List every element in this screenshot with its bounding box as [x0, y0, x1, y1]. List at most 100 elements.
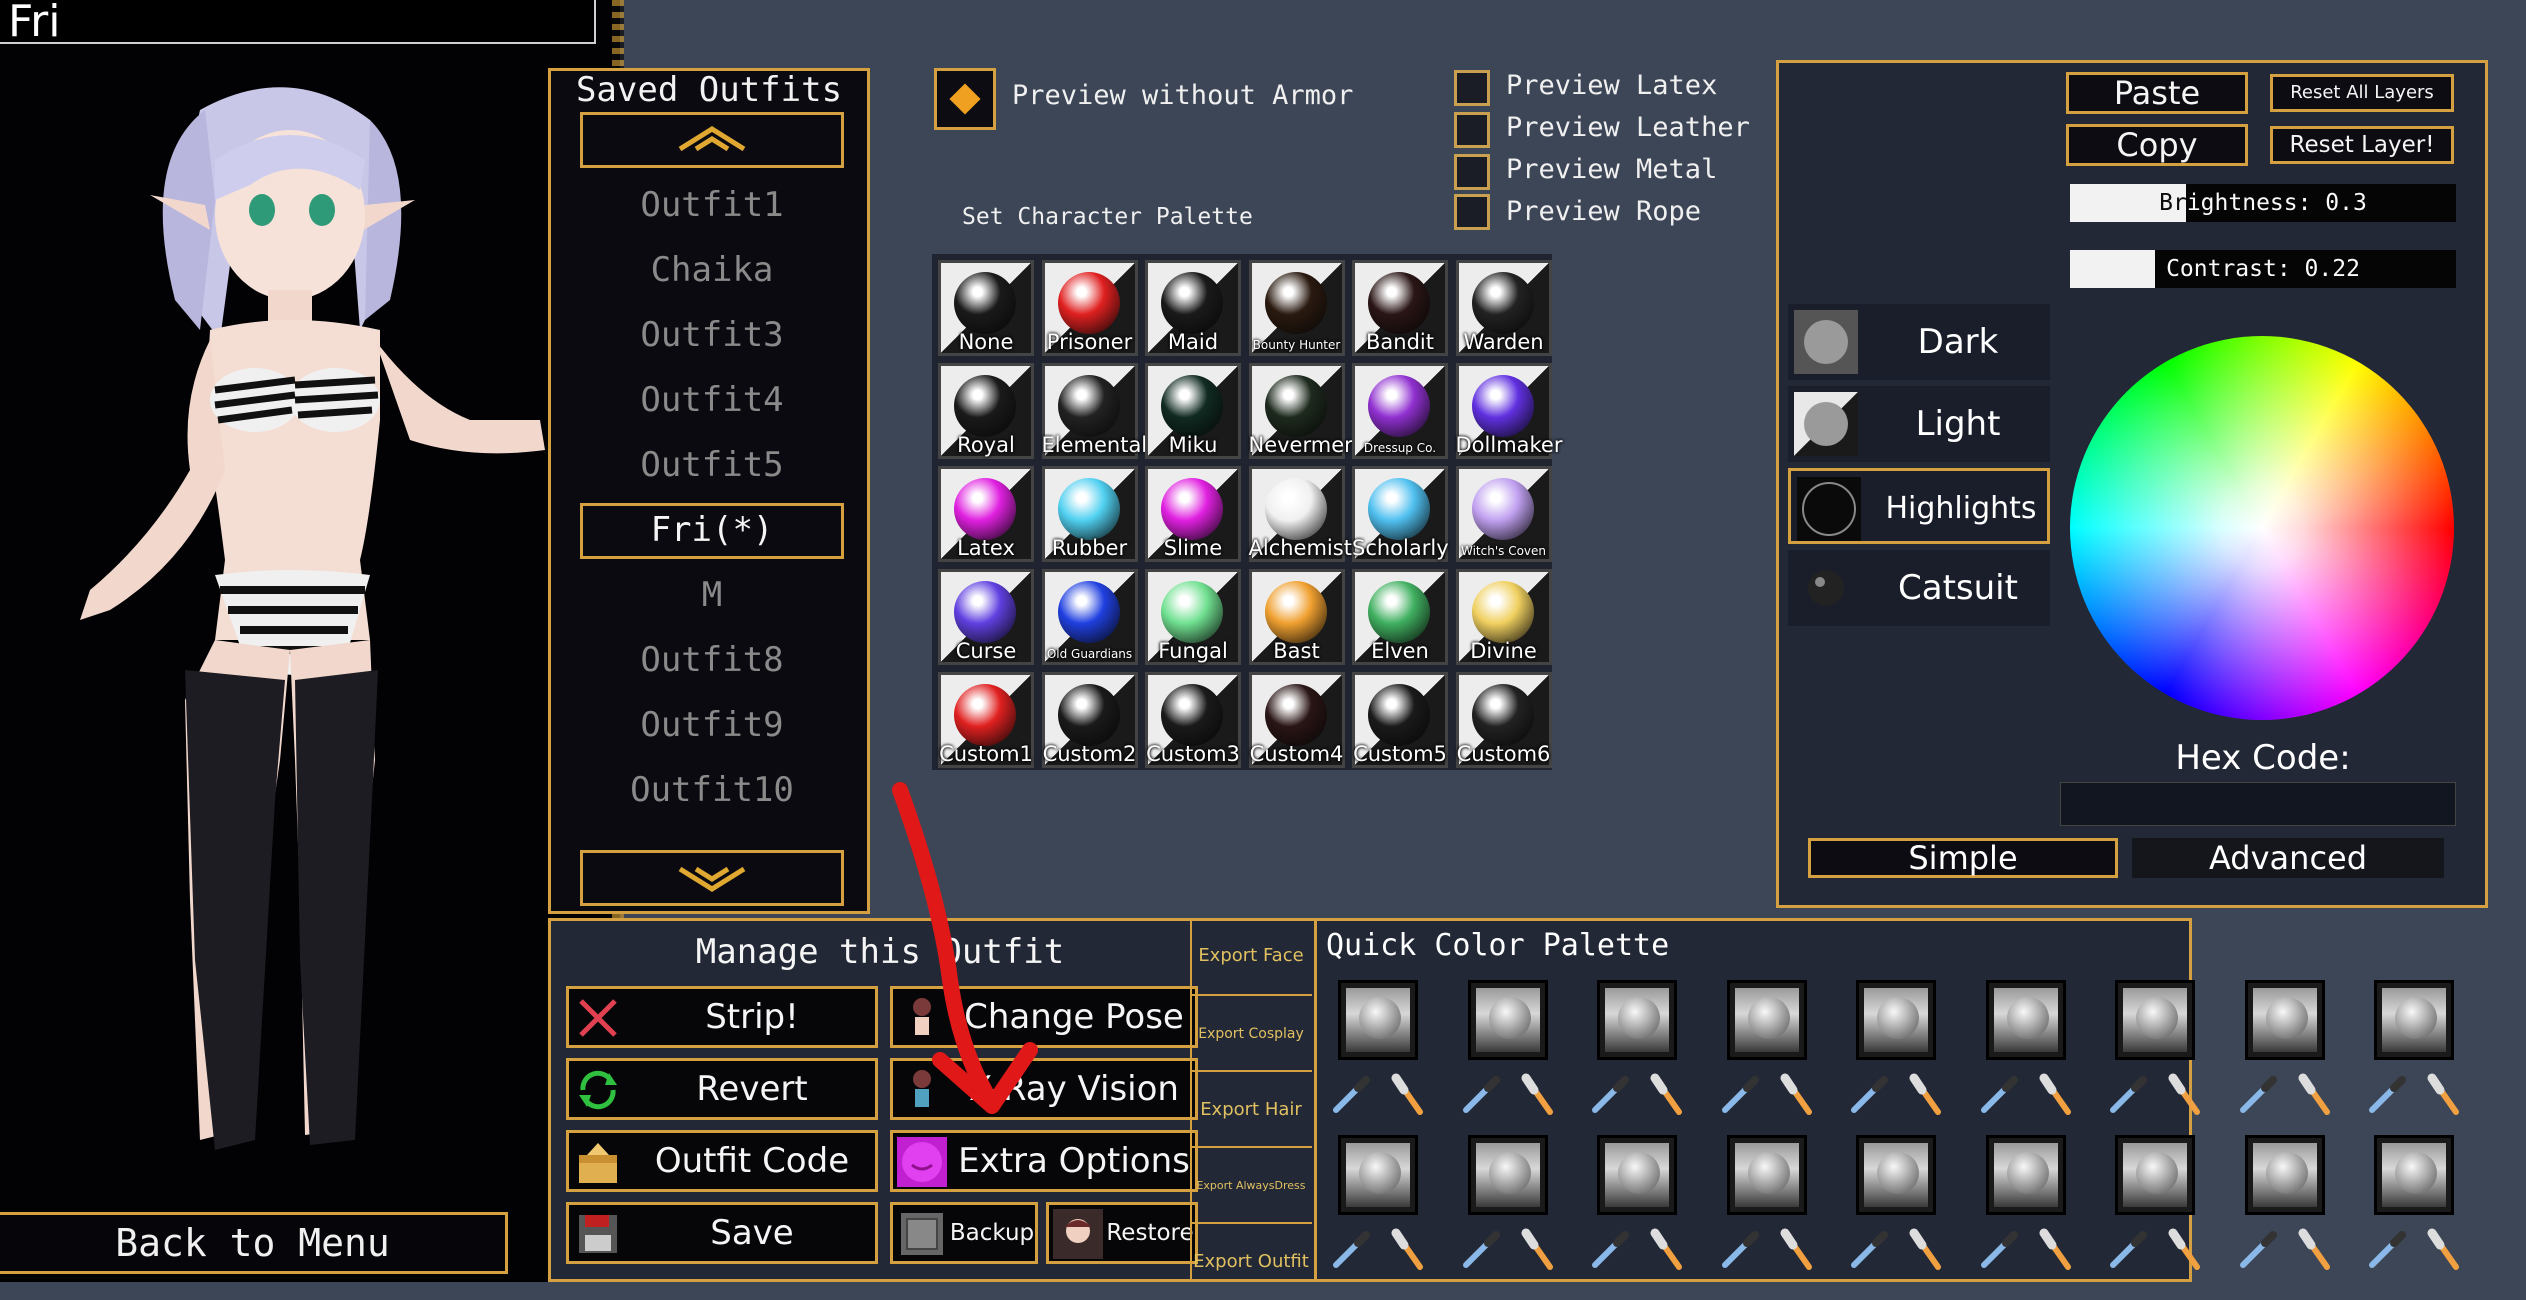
quick-color-swatch[interactable] — [2374, 980, 2454, 1060]
palette-preset[interactable]: Custom5 — [1352, 672, 1448, 768]
hex-code-input[interactable] — [2060, 782, 2456, 826]
quick-color-swatch[interactable] — [1985, 980, 2066, 1060]
quick-color-swatch[interactable] — [1597, 1135, 1677, 1215]
preview-leather-checkbox[interactable] — [1454, 112, 1490, 148]
palette-preset[interactable]: Curse — [938, 569, 1034, 665]
advanced-mode-button[interactable]: Advanced — [2132, 838, 2444, 878]
palette-preset[interactable]: Royal — [938, 363, 1034, 459]
layer-light[interactable]: Light — [1788, 386, 2050, 462]
palette-preset[interactable]: Rubber — [1041, 466, 1138, 562]
extra-options-button[interactable]: Extra Options — [890, 1130, 1198, 1192]
layer-highlights[interactable]: Highlights — [1788, 468, 2050, 544]
palette-preset[interactable]: Scholarly — [1352, 466, 1449, 562]
quick-color-swatch[interactable] — [2115, 980, 2195, 1060]
palette-preset[interactable]: Bandit — [1352, 260, 1448, 356]
reset-all-layers-button[interactable]: Reset All Layers — [2270, 74, 2454, 112]
paintbrush-icon[interactable] — [2038, 1072, 2082, 1116]
strip-button[interactable]: Strip! — [566, 986, 878, 1048]
contrast-slider[interactable]: Contrast: 0.22 — [2070, 250, 2456, 288]
eyedropper-icon[interactable] — [1717, 1227, 1761, 1271]
paintbrush-icon[interactable] — [2038, 1227, 2082, 1271]
scroll-down-button[interactable] — [580, 850, 844, 906]
palette-preset[interactable]: Custom6 — [1455, 672, 1552, 768]
quick-color-swatch[interactable] — [1467, 980, 1548, 1060]
paintbrush-icon[interactable] — [1390, 1227, 1434, 1271]
eyedropper-icon[interactable] — [2364, 1072, 2408, 1116]
character-name-field[interactable]: Fri — [0, 0, 596, 44]
outfit-item[interactable]: Outfit4 — [580, 373, 844, 429]
quick-color-swatch[interactable] — [1726, 980, 1807, 1060]
eyedropper-icon[interactable] — [1976, 1227, 2020, 1271]
paintbrush-icon[interactable] — [1520, 1227, 1564, 1271]
eyedropper-icon[interactable] — [1717, 1072, 1761, 1116]
quick-color-swatch[interactable] — [1597, 980, 1677, 1060]
outfit-item[interactable]: Outfit8 — [580, 633, 844, 689]
eyedropper-icon[interactable] — [1328, 1072, 1372, 1116]
eyedropper-icon[interactable] — [2235, 1072, 2279, 1116]
outfit-code-button[interactable]: Outfit Code — [566, 1130, 878, 1192]
layer-dark[interactable]: Dark — [1788, 304, 2050, 380]
paintbrush-icon[interactable] — [2297, 1227, 2341, 1271]
palette-preset[interactable]: Dressup Co. — [1352, 363, 1448, 459]
palette-preset[interactable]: None — [938, 260, 1034, 356]
eyedropper-icon[interactable] — [1846, 1227, 1890, 1271]
quick-color-swatch[interactable] — [2244, 980, 2325, 1060]
export-hair-button[interactable]: Export Hair — [1190, 1070, 1312, 1146]
palette-preset[interactable]: Prisoner — [1041, 260, 1138, 356]
preview-metal-checkbox[interactable] — [1454, 154, 1490, 190]
paintbrush-icon[interactable] — [2426, 1072, 2470, 1116]
palette-preset[interactable]: Custom3 — [1145, 672, 1241, 768]
palette-preset[interactable]: Slime — [1145, 466, 1241, 562]
palette-preset[interactable]: Alchemist — [1248, 466, 1352, 562]
eyedropper-icon[interactable] — [2235, 1227, 2279, 1271]
preview-without-armor-toggle[interactable] — [934, 68, 996, 130]
paintbrush-icon[interactable] — [1779, 1227, 1823, 1271]
reset-layer-button[interactable]: Reset Layer! — [2270, 126, 2454, 164]
palette-preset[interactable]: Dollmaker — [1455, 363, 1562, 459]
eyedropper-icon[interactable] — [2105, 1227, 2149, 1271]
palette-preset[interactable]: Witch's Coven — [1455, 466, 1552, 562]
outfit-item[interactable]: Outfit1 — [580, 178, 844, 234]
palette-preset[interactable]: Custom4 — [1248, 672, 1345, 768]
quick-color-swatch[interactable] — [1856, 1135, 1936, 1215]
eyedropper-icon[interactable] — [1587, 1072, 1631, 1116]
paintbrush-icon[interactable] — [1390, 1072, 1434, 1116]
outfit-item[interactable]: Outfit5 — [580, 438, 844, 494]
quick-color-swatch[interactable] — [2244, 1135, 2325, 1215]
quick-color-swatch[interactable] — [1726, 1135, 1807, 1215]
outfit-item[interactable]: Outfit9 — [580, 698, 844, 754]
eyedropper-icon[interactable] — [1587, 1227, 1631, 1271]
color-wheel[interactable] — [2070, 336, 2454, 720]
palette-preset[interactable]: Miku — [1145, 363, 1241, 459]
simple-mode-button[interactable]: Simple — [1808, 838, 2118, 878]
outfit-item[interactable]: Fri(*) — [580, 503, 844, 559]
palette-preset[interactable]: Custom2 — [1041, 672, 1138, 768]
palette-preset[interactable]: Elven — [1352, 569, 1448, 665]
palette-preset[interactable]: Divine — [1455, 569, 1552, 665]
quick-color-swatch[interactable] — [2115, 1135, 2195, 1215]
quick-color-swatch[interactable] — [1338, 1135, 1418, 1215]
revert-button[interactable]: Revert — [566, 1058, 878, 1120]
palette-preset[interactable]: Fungal — [1145, 569, 1241, 665]
eyedropper-icon[interactable] — [2364, 1227, 2408, 1271]
palette-preset[interactable]: Latex — [938, 466, 1034, 562]
restore-button[interactable]: Restore — [1046, 1202, 1198, 1264]
paintbrush-icon[interactable] — [1779, 1072, 1823, 1116]
outfit-item[interactable]: Outfit10 — [580, 763, 844, 819]
eyedropper-icon[interactable] — [2105, 1072, 2149, 1116]
scroll-up-button[interactable] — [580, 112, 844, 168]
paintbrush-icon[interactable] — [2297, 1072, 2341, 1116]
paste-button[interactable]: Paste — [2066, 72, 2248, 114]
paintbrush-icon[interactable] — [1649, 1072, 1693, 1116]
character-viewport[interactable] — [0, 0, 620, 1282]
paintbrush-icon[interactable] — [1649, 1227, 1693, 1271]
palette-preset[interactable]: Elemental — [1041, 363, 1147, 459]
paintbrush-icon[interactable] — [1908, 1072, 1952, 1116]
quick-color-swatch[interactable] — [2374, 1135, 2454, 1215]
export-cosplay-button[interactable]: Export Cosplay — [1190, 994, 1312, 1070]
eyedropper-icon[interactable] — [1458, 1227, 1502, 1271]
palette-preset[interactable]: Old Guardians — [1041, 569, 1138, 665]
paintbrush-icon[interactable] — [1908, 1227, 1952, 1271]
palette-preset[interactable]: Bounty Hunter — [1248, 260, 1345, 356]
brightness-slider[interactable]: Brightness: 0.3 — [2070, 184, 2456, 222]
